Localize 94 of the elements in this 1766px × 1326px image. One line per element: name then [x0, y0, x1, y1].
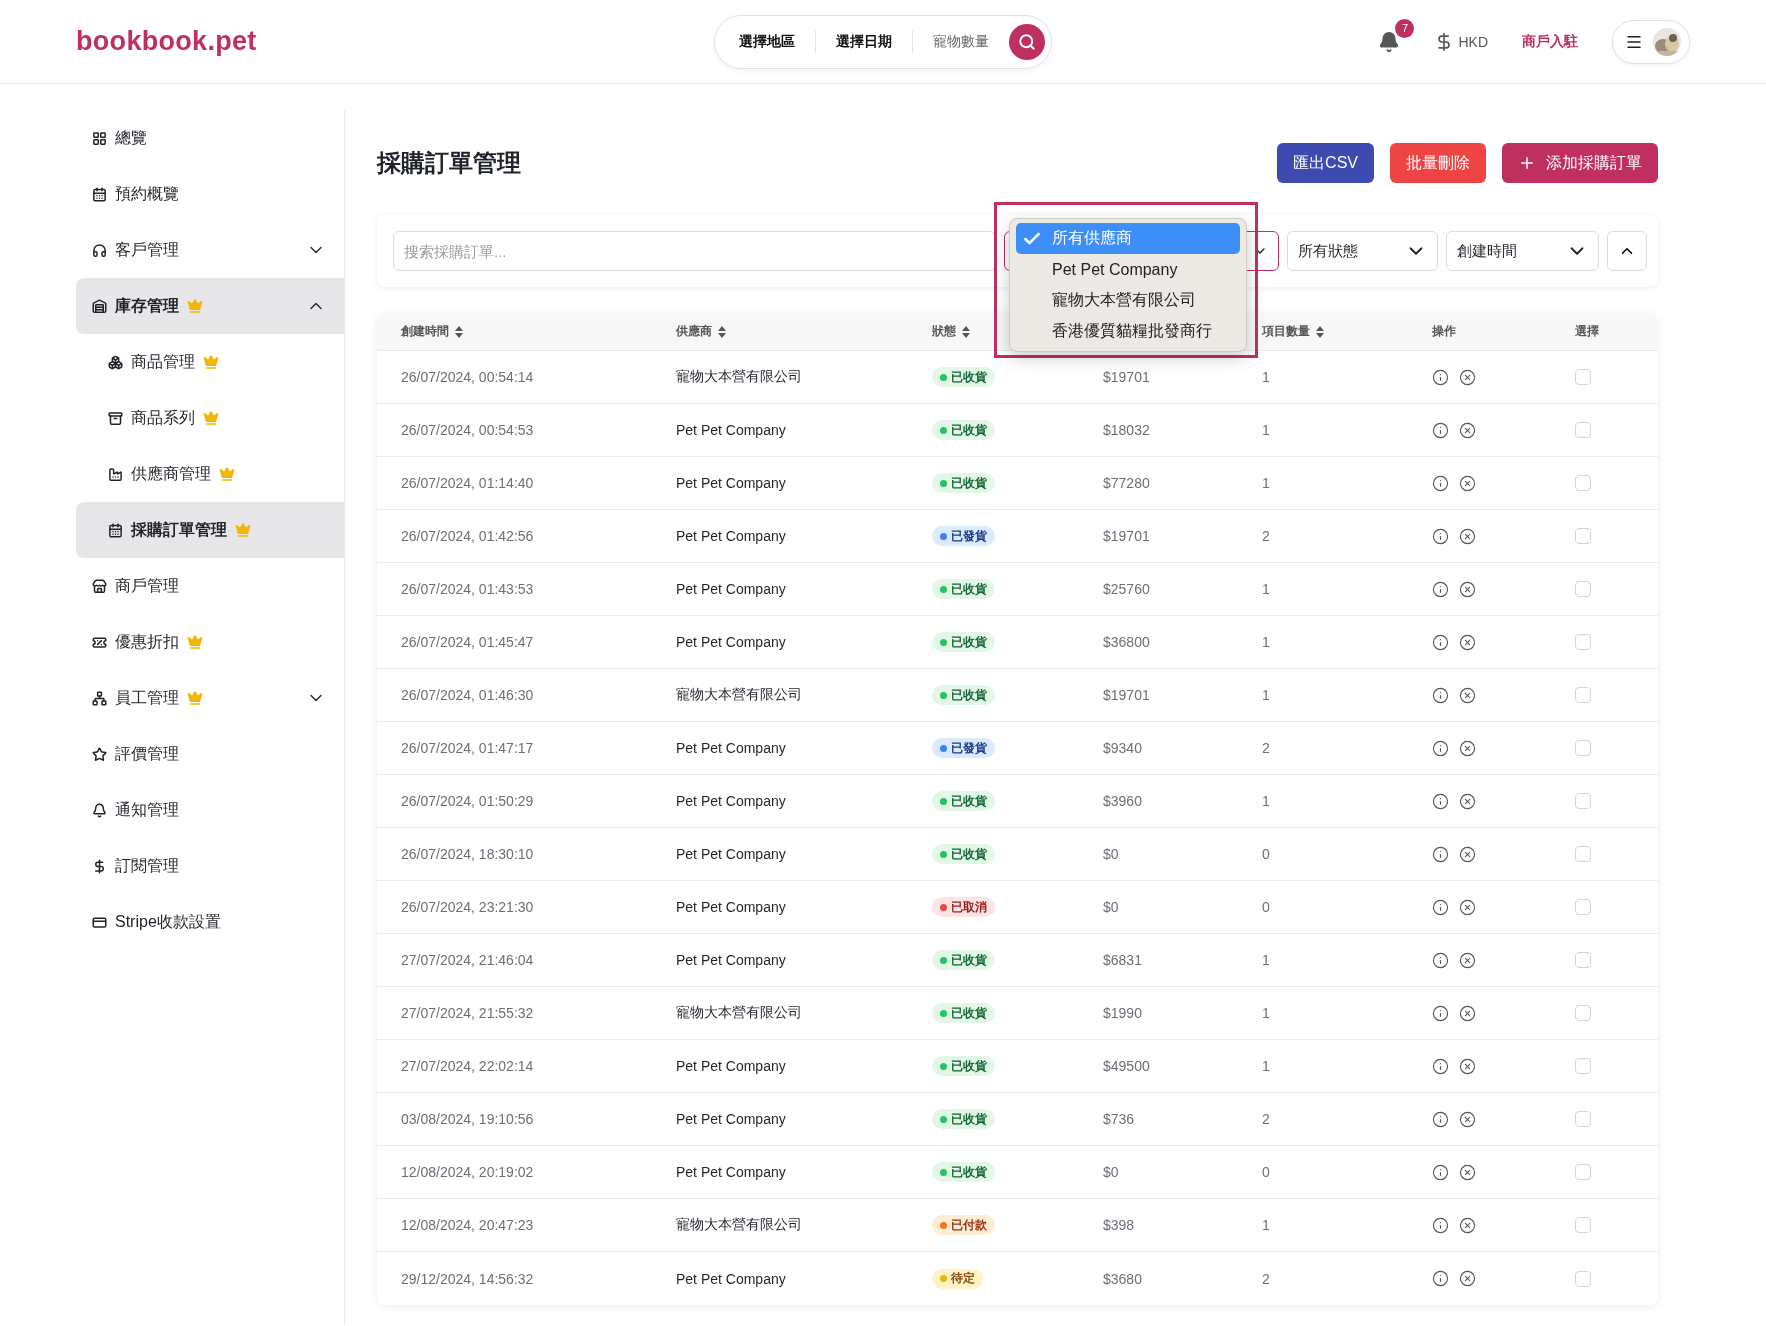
- table-cell-text: Pet Pet Company: [676, 846, 787, 862]
- status-badge: 已付款: [932, 1215, 995, 1235]
- table-cell-text: 26/07/2024, 01:14:40: [401, 475, 535, 491]
- status-badge: 已收貨: [932, 473, 995, 493]
- table-cell-text: 1: [1262, 793, 1271, 809]
- table-cell-text: $25760: [1103, 581, 1151, 597]
- table-cell-text: 26/07/2024, 23:21:30: [401, 899, 535, 915]
- table-cell-text: 2: [1262, 740, 1271, 756]
- table-cell-text: 1: [1262, 475, 1271, 491]
- table-cell-text: 1: [1262, 369, 1271, 385]
- table-cell-text: 26/07/2024, 01:45:47: [401, 634, 535, 650]
- status-badge: 已收貨: [932, 367, 995, 387]
- status-badge: 已收貨: [932, 1109, 995, 1129]
- status-badge: 已發貨: [932, 526, 995, 546]
- table-cell-text: $77280: [1103, 475, 1151, 491]
- table-cell-text: Pet Pet Company: [676, 422, 787, 438]
- table-cell-text: 1: [1262, 1005, 1271, 1021]
- status-badge: 已收貨: [932, 420, 995, 440]
- table-cell-text: 2: [1262, 1270, 1271, 1287]
- table-cell-text: Pet Pet Company: [676, 1164, 787, 1180]
- table-cell-text: $6831: [1103, 952, 1143, 968]
- table-cell-text: 1: [1262, 687, 1271, 703]
- table-cell-text: $1990: [1103, 1005, 1143, 1021]
- status-badge: 已收貨: [932, 844, 995, 864]
- table-cell-text: 寵物大本營有限公司: [676, 686, 803, 704]
- status-badge: 已收貨: [932, 1003, 995, 1023]
- table-cell-text: 1: [1262, 634, 1271, 650]
- table-cell-text: Pet Pet Company: [676, 899, 787, 915]
- column-header: 選擇: [1575, 323, 1600, 340]
- table-cell-text: Pet Pet Company: [676, 740, 787, 756]
- status-badge: 已收貨: [932, 950, 995, 970]
- table-cell-text: 寵物大本營有限公司: [676, 1216, 803, 1234]
- table-cell-text: 1: [1262, 1058, 1271, 1074]
- table-cell-text: 29/12/2024, 14:56:32: [401, 1270, 535, 1287]
- table-cell-text: Pet Pet Company: [676, 1270, 787, 1287]
- table-cell-text: 2: [1262, 528, 1271, 544]
- table-cell-text: $36800: [1103, 634, 1151, 650]
- table-cell-text: 26/07/2024, 01:47:17: [401, 740, 535, 756]
- table-cell-text: Pet Pet Company: [676, 475, 787, 491]
- notification-badge: 7: [1395, 18, 1415, 38]
- table-cell-text: $19701: [1103, 528, 1151, 544]
- status-badge: 已發貨: [932, 738, 995, 758]
- table-cell-text: 27/07/2024, 21:46:04: [401, 952, 535, 968]
- table-cell-text: 2: [1262, 1111, 1271, 1127]
- table-cell-text: 寵物大本營有限公司: [676, 368, 803, 386]
- table-cell-text: Pet Pet Company: [676, 581, 787, 597]
- table-cell-text: 1: [1262, 581, 1271, 597]
- table-cell-text: $398: [1103, 1217, 1136, 1233]
- status-badge: 待定: [932, 1268, 983, 1289]
- table-cell-text: 26/07/2024, 18:30:10: [401, 846, 535, 862]
- table-cell-text: 27/07/2024, 21:55:32: [401, 1005, 535, 1021]
- table-cell-text: $0: [1103, 846, 1120, 862]
- table-cell-text: 0: [1262, 899, 1271, 915]
- table-cell-text: Pet Pet Company: [676, 1111, 787, 1127]
- status-badge: 已收貨: [932, 685, 995, 705]
- table-cell-text: $0: [1103, 899, 1120, 915]
- table-cell-text: 12/08/2024, 20:19:02: [401, 1164, 535, 1180]
- table-cell-text: $3960: [1103, 793, 1143, 809]
- status-badge: 已收貨: [932, 579, 995, 599]
- table-cell-text: Pet Pet Company: [676, 793, 787, 809]
- table-cell-text: $18032: [1103, 422, 1151, 438]
- table-cell-text: 寵物大本營有限公司: [676, 1004, 803, 1022]
- table-cell-text: $19701: [1103, 687, 1151, 703]
- table-cell-text: 26/07/2024, 00:54:53: [401, 422, 535, 438]
- table-cell-text: 26/07/2024, 01:46:30: [401, 687, 535, 703]
- table-cell-text: 1: [1262, 422, 1271, 438]
- table-cell-text: Pet Pet Company: [676, 1058, 787, 1074]
- table-cell-text: $49500: [1103, 1058, 1151, 1074]
- column-header: 操作: [1432, 323, 1457, 340]
- table-cell-text: Pet Pet Company: [676, 528, 787, 544]
- table-cell-text: Pet Pet Company: [676, 634, 787, 650]
- table-cell-text: 27/07/2024, 22:02:14: [401, 1058, 535, 1074]
- status-badge: 已取消: [932, 897, 995, 917]
- table-cell-text: 26/07/2024, 01:50:29: [401, 793, 535, 809]
- table-cell-text: 26/07/2024, 00:54:14: [401, 369, 535, 385]
- table-cell-text: $9340: [1103, 740, 1143, 756]
- table-cell-text: 12/08/2024, 20:47:23: [401, 1217, 535, 1233]
- table-cell-text: 03/08/2024, 19:10:56: [401, 1111, 535, 1127]
- table-cell-text: 0: [1262, 1164, 1271, 1180]
- status-badge: 已收貨: [932, 1056, 995, 1076]
- table-cell-text: 1: [1262, 1217, 1271, 1233]
- page-title: 採購訂單管理: [377, 148, 521, 178]
- table-cell-text: 1: [1262, 952, 1271, 968]
- table-cell-text: 26/07/2024, 01:43:53: [401, 581, 535, 597]
- table-cell-text: $736: [1103, 1111, 1136, 1127]
- table-cell-text: $19701: [1103, 369, 1151, 385]
- status-badge: 已收貨: [932, 1162, 995, 1182]
- status-badge: 已收貨: [932, 632, 995, 652]
- status-badge: 已收貨: [932, 791, 995, 811]
- table-cell-text: Pet Pet Company: [676, 952, 787, 968]
- table-cell-text: $0: [1103, 1164, 1120, 1180]
- table-cell-text: $3680: [1103, 1270, 1143, 1287]
- table-cell-text: 0: [1262, 846, 1271, 862]
- table-cell-text: 26/07/2024, 01:42:56: [401, 528, 535, 544]
